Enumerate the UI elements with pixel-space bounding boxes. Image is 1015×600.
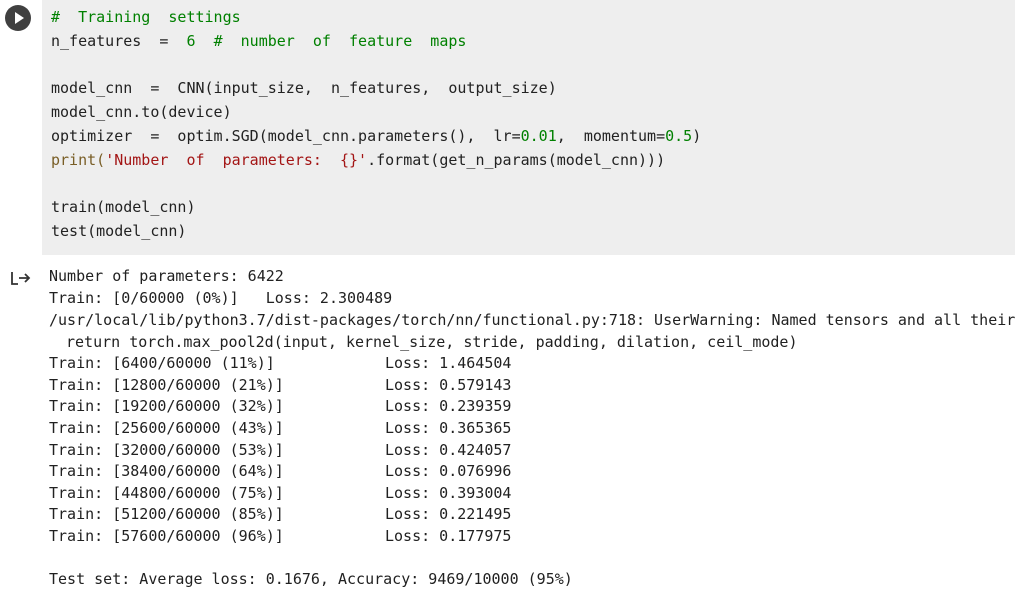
output-train-row: Train: [6400/60000 (11%)] Loss: 1.464504 (49, 354, 512, 372)
output-train-row: Train: [25600/60000 (43%)] Loss: 0.365365 (49, 419, 512, 437)
code-line-7: train(model_cnn) (51, 198, 196, 216)
cell-gutter (0, 0, 42, 255)
output-warning: /usr/local/lib/python3.7/dist-packages/t… (49, 311, 1015, 329)
output-train-row: Train: [12800/60000 (21%)] Loss: 0.579143 (49, 376, 512, 394)
code-editor[interactable]: # Training settings n_features = 6 # num… (42, 0, 1015, 255)
output-params: Number of parameters: 6422 (49, 267, 284, 285)
run-cell-button[interactable] (5, 5, 31, 31)
output-gutter (0, 255, 42, 600)
output-train-row: Train: [57600/60000 (96%)] Loss: 0.177975 (49, 527, 512, 545)
play-icon (15, 12, 24, 24)
code-line-4: model_cnn.to(device) (51, 103, 232, 121)
output-train-row: Train: [51200/60000 (85%)] Loss: 0.221495 (49, 505, 512, 523)
output-train-row: Train: [32000/60000 (53%)] Loss: 0.424057 (49, 441, 512, 459)
code-line-2: n_features = 6 # number of feature maps (51, 32, 467, 50)
code-line-8: test(model_cnn) (51, 222, 187, 240)
output-test-result: Test set: Average loss: 0.1676, Accuracy… (49, 570, 573, 588)
code-line-6: print('Number of parameters: {}'.format(… (51, 151, 666, 169)
output-train-row: Train: [44800/60000 (75%)] Loss: 0.393004 (49, 484, 512, 502)
code-line-3: model_cnn = CNN(input_size, n_features, … (51, 79, 557, 97)
output-train-0: Train: [0/60000 (0%)] Loss: 2.300489 (49, 289, 393, 307)
output-train-row: Train: [19200/60000 (32%)] Loss: 0.239359 (49, 397, 512, 415)
output-warning-cont: return torch.max_pool2d(input, kernel_si… (66, 333, 798, 351)
output-arrow-icon[interactable] (10, 270, 32, 286)
code-line-1: # Training settings (51, 8, 241, 26)
code-line-5: optimizer = optim.SGD(model_cnn.paramete… (51, 127, 702, 145)
output-train-row: Train: [38400/60000 (64%)] Loss: 0.076996 (49, 462, 512, 480)
